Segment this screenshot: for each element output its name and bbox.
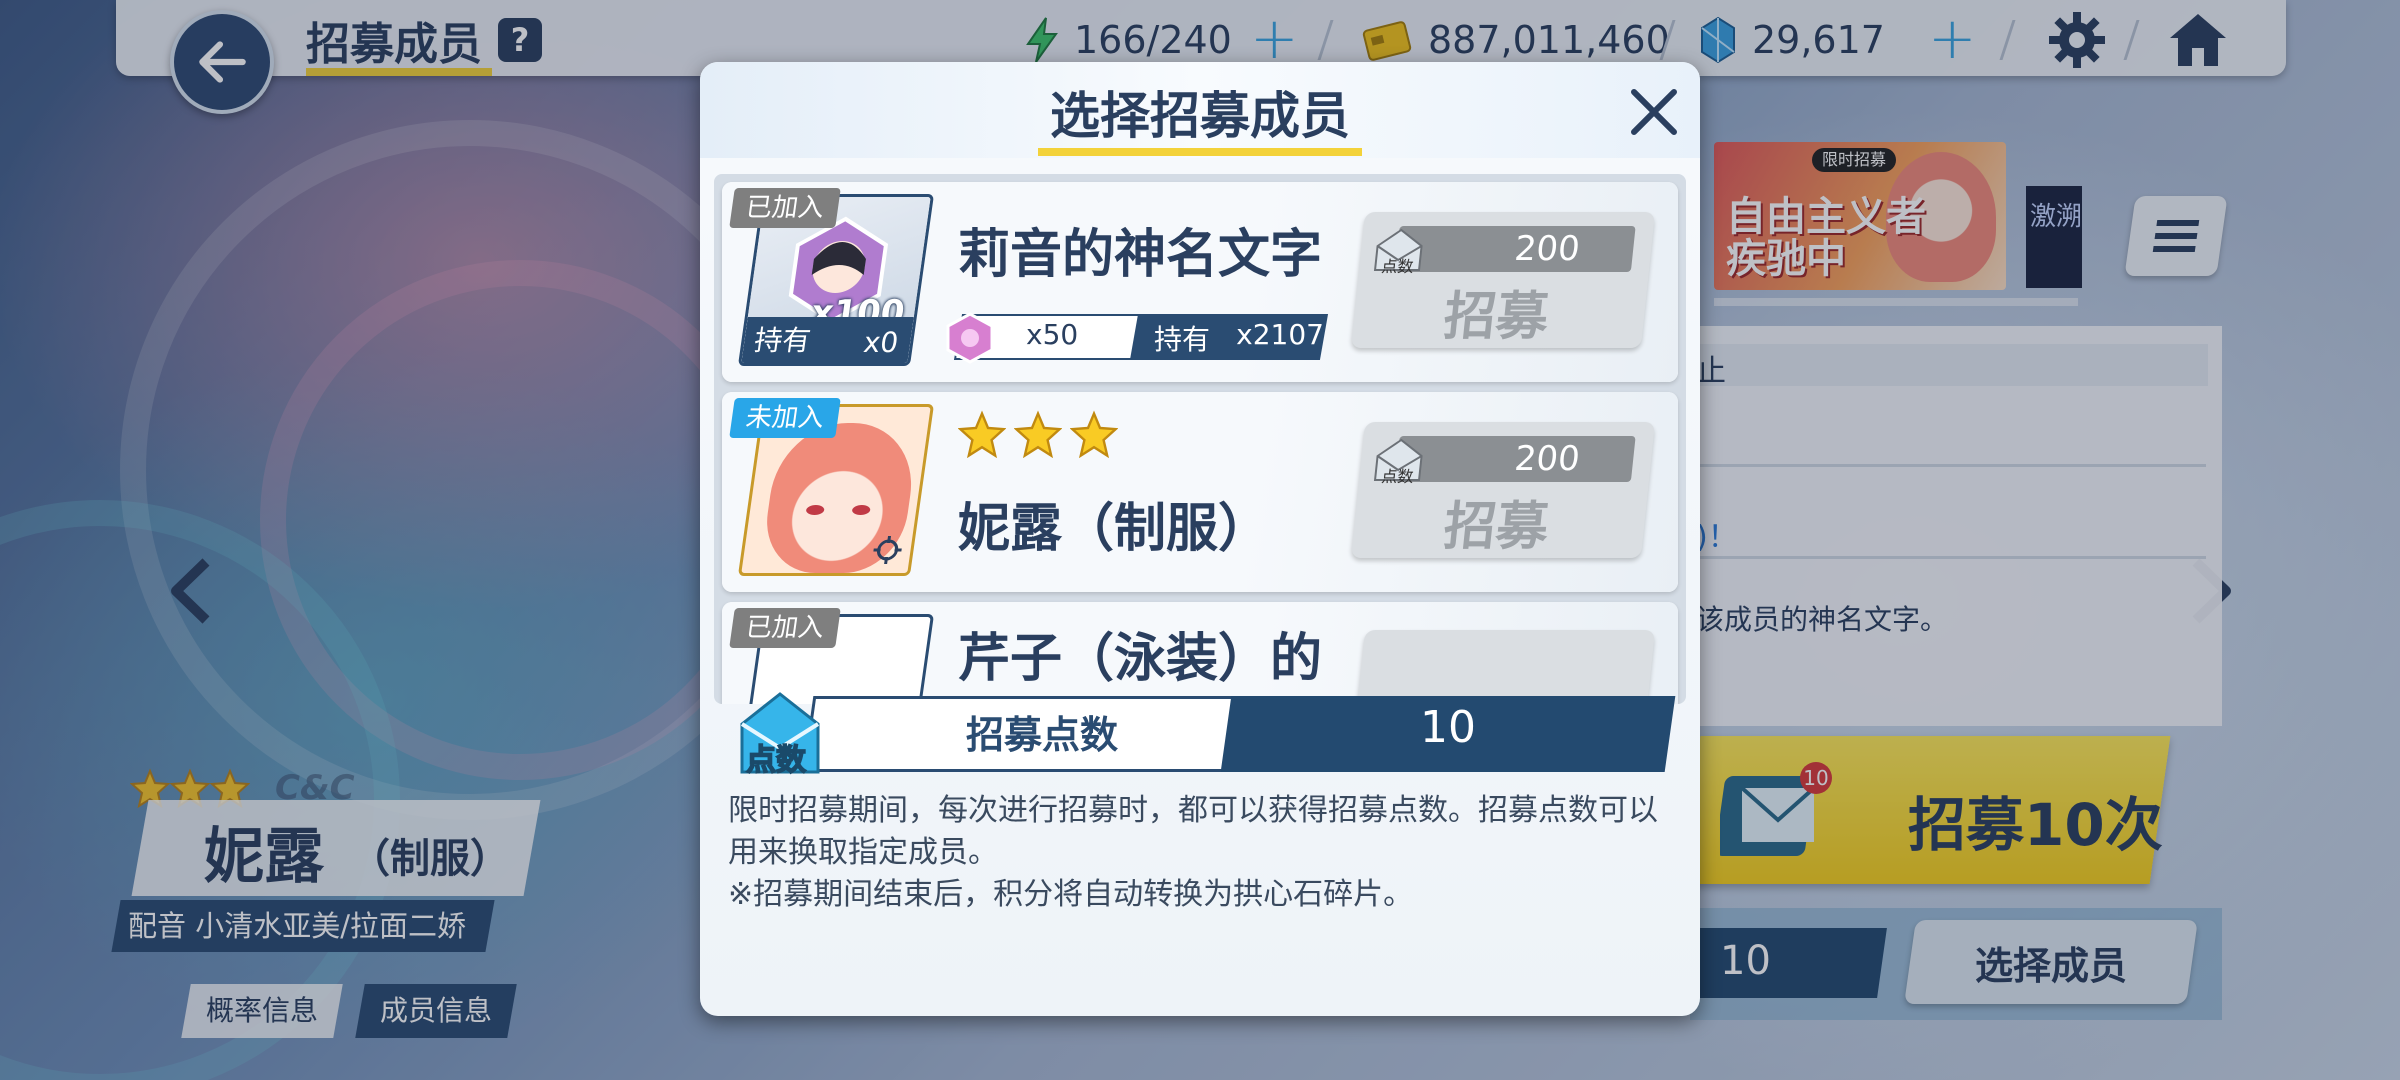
owned-label: 持有 [752, 324, 813, 357]
svg-text:点数: 点数 [1380, 467, 1414, 486]
recruit-points-description: 限时招募期间，每次进行招募时，都可以获得招募点数。招募点数可以用来换取指定成员。… [728, 790, 1678, 916]
mail-points-icon: 点数 [740, 692, 820, 779]
recruit-button[interactable]: 200 点数 招募 [1350, 422, 1656, 558]
cost-bar: 200 [1394, 436, 1636, 482]
svg-text:点数: 点数 [1380, 257, 1414, 276]
star-icon [1070, 410, 1118, 458]
recruit-points-bar: 招募点数 10 点数 [732, 678, 1676, 782]
item-title: 妮露（制服） [958, 499, 1271, 559]
owned-value: x0 [861, 326, 901, 359]
list-item[interactable]: x100 持有 x0 已加入 莉音的神名文字 x50 持有 x2107 200 … [722, 182, 1678, 382]
mail-points-icon: 点数 [1373, 228, 1423, 276]
close-icon[interactable] [1626, 84, 1682, 140]
star-icon [958, 410, 1006, 458]
svg-text:点数: 点数 [746, 743, 807, 778]
mail-points-icon: 点数 [1373, 438, 1423, 486]
status-badge: 已加入 [729, 188, 841, 228]
item-title: 莉音的神名文字 [958, 225, 1323, 285]
cost-value: x50 [1026, 318, 1079, 351]
description-line: 限时招募期间，每次进行招募时，都可以获得招募点数。招募点数可以用来换取指定成员。 [728, 793, 1658, 870]
title-underline [1038, 148, 1362, 156]
recruit-label: 招募 [1440, 497, 1552, 557]
cost-value: 200 [1512, 439, 1582, 479]
recruit-label: 招募 [1440, 287, 1552, 347]
select-recruit-member-dialog: 选择招募成员 x100 持有 x0 已加入 莉音的神名文字 x50 持有 x21… [700, 62, 1700, 1016]
cost-value: 200 [1512, 229, 1582, 269]
status-badge: 已加入 [729, 608, 841, 648]
points-label: 招募点数 [965, 713, 1118, 757]
description-note: ※招募期间结束后，积分将自动转换为拱心石碎片。 [728, 877, 1414, 912]
cost-bar: 200 [1394, 226, 1636, 272]
list-item[interactable]: 未加入 妮露（制服） 200 点数 招募 [722, 392, 1678, 592]
recruit-button[interactable]: 200 点数 招募 [1350, 212, 1656, 348]
hold-label: 持有 [1154, 323, 1211, 356]
eleph-icon [946, 312, 994, 364]
hold-value: x2107 [1236, 318, 1324, 351]
status-badge: 未加入 [729, 398, 841, 438]
member-list[interactable]: x100 持有 x0 已加入 莉音的神名文字 x50 持有 x2107 200 … [714, 174, 1686, 704]
dialog-title: 选择招募成员 [1050, 87, 1350, 145]
star-icon [1014, 410, 1062, 458]
fragment-cost-row: x50 持有 x2107 [944, 312, 1329, 364]
target-icon [873, 536, 902, 564]
points-value: 10 [1420, 702, 1476, 753]
rarity-stars [958, 410, 1118, 458]
